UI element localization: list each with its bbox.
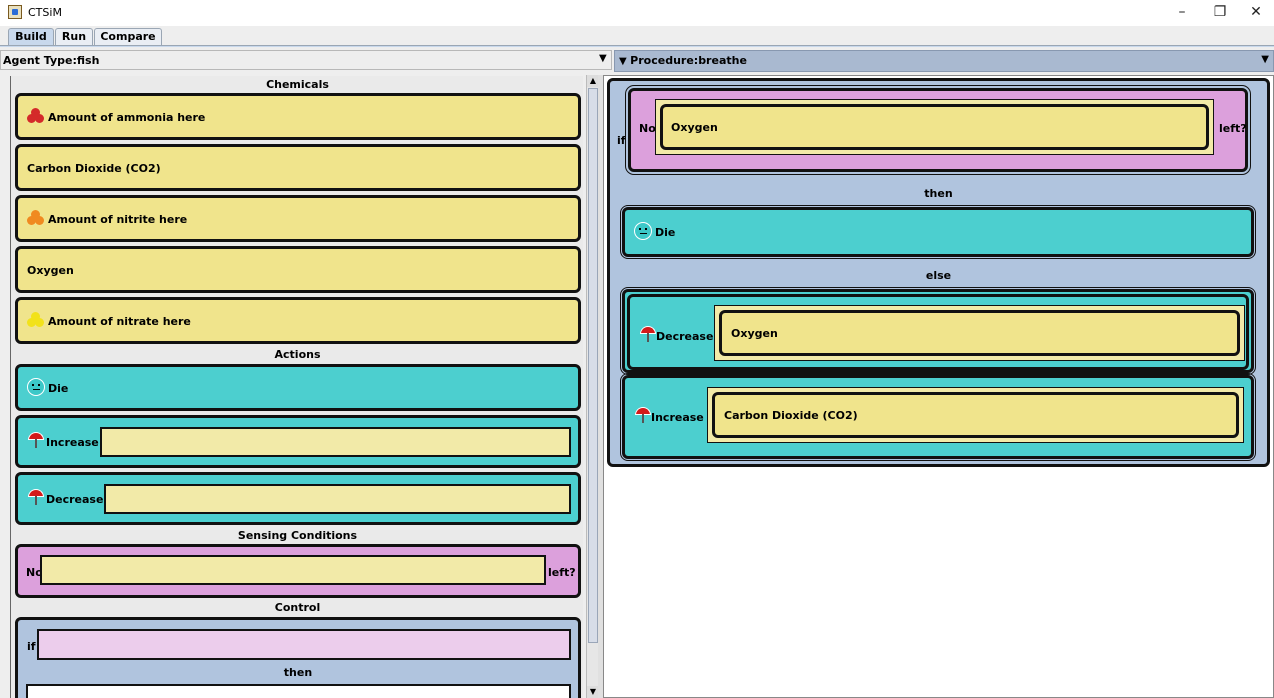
action-block-increase[interactable]: Increase	[15, 415, 581, 468]
sensing-prefix: No	[639, 122, 656, 135]
else-actions-block[interactable]: Decrease Oxygen	[620, 287, 1256, 375]
then-label: then	[283, 666, 313, 679]
if-else-block[interactable]: if No Oxygen left? then Die else Decreas…	[607, 78, 1270, 467]
block-palette: Chemicals Amount of ammonia here Carbon …	[10, 76, 583, 698]
sensing-suffix: left?	[1219, 122, 1247, 135]
action-label: Die	[655, 226, 676, 239]
procedure-canvas: if No Oxygen left? then Die else Decreas…	[603, 75, 1274, 698]
umbrella-icon	[27, 488, 45, 506]
section-chemicals: Chemicals	[266, 78, 329, 91]
tab-run[interactable]: Run	[55, 28, 93, 46]
action-label: Decrease	[656, 330, 714, 343]
chemical-label: Amount of ammonia here	[48, 111, 206, 124]
control-block-if-then[interactable]: if then	[15, 617, 581, 698]
section-actions: Actions	[274, 348, 321, 361]
increase-slot[interactable]: Carbon Dioxide (CO2)	[707, 387, 1244, 443]
chemical-block-ammonia[interactable]: Amount of ammonia here	[15, 93, 581, 140]
if-label: if	[27, 640, 36, 653]
chemical-label: Oxygen	[671, 121, 718, 134]
yellow-blob-icon	[27, 312, 45, 330]
chemical-label: Amount of nitrite here	[48, 213, 188, 226]
then-action-slot[interactable]	[26, 684, 571, 698]
face-icon	[634, 222, 652, 240]
sensing-suffix: left?	[548, 566, 576, 579]
then-label: then	[924, 187, 953, 200]
chemical-block-oxygen[interactable]: Oxygen	[15, 246, 581, 293]
window-title: CTSiM	[28, 6, 62, 19]
chemical-block-nitrite[interactable]: Amount of nitrite here	[15, 195, 581, 242]
decrease-drop-slot[interactable]	[104, 484, 571, 514]
close-button[interactable]: ✕	[1242, 2, 1270, 22]
chemical-label: Carbon Dioxide (CO2)	[27, 162, 161, 175]
chemical-block-co2[interactable]: Carbon Dioxide (CO2)	[15, 144, 581, 191]
sensing-drop-slot[interactable]	[40, 555, 546, 585]
chemical-label: Carbon Dioxide (CO2)	[724, 409, 858, 422]
action-label: Increase	[651, 411, 704, 424]
agent-type-value: fish	[76, 54, 100, 67]
umbrella-icon	[634, 406, 652, 424]
palette-scrollbar[interactable]: ▲ ▼	[586, 75, 599, 698]
procedure-label: Procedure:	[630, 54, 699, 67]
sensing-block-no-left[interactable]: No left?	[15, 544, 581, 598]
action-label: Die	[48, 382, 69, 395]
agent-type-select[interactable]: Agent Type:fish ▼	[0, 50, 612, 70]
chemical-label: Oxygen	[731, 327, 778, 340]
section-control: Control	[274, 601, 321, 614]
procedure-select[interactable]: ▼ Procedure:breathe ▼	[614, 50, 1274, 72]
chemical-label: Oxygen	[27, 264, 74, 277]
increase-drop-slot[interactable]	[100, 427, 571, 457]
face-icon	[27, 378, 45, 396]
action-block-increase[interactable]: Increase Carbon Dioxide (CO2)	[620, 373, 1256, 461]
action-label: Increase	[46, 436, 99, 449]
minimize-button[interactable]: –	[1168, 2, 1196, 22]
sensing-block-no-oxygen-left[interactable]: No Oxygen left?	[625, 85, 1251, 175]
orange-blob-icon	[27, 210, 45, 228]
chemical-block-oxygen[interactable]: Oxygen	[660, 104, 1209, 150]
chemical-block-oxygen[interactable]: Oxygen	[719, 310, 1240, 356]
condition-slot[interactable]: Oxygen	[655, 99, 1214, 155]
if-label: if	[617, 134, 626, 147]
procedure-value: breathe	[698, 54, 747, 67]
chemical-label: Amount of nitrate here	[48, 315, 191, 328]
tab-underline	[0, 45, 1274, 47]
section-sensing: Sensing Conditions	[237, 529, 358, 542]
title-bar: CTSiM – ❐ ✕	[0, 0, 1274, 26]
action-block-decrease[interactable]: Decrease Oxygen	[627, 294, 1249, 370]
red-blob-icon	[27, 108, 45, 126]
java-app-icon	[8, 5, 22, 19]
tab-compare[interactable]: Compare	[94, 28, 162, 46]
chemical-block-co2[interactable]: Carbon Dioxide (CO2)	[712, 392, 1239, 438]
action-block-decrease[interactable]: Decrease	[15, 472, 581, 525]
chemical-block-nitrate[interactable]: Amount of nitrate here	[15, 297, 581, 344]
scroll-thumb[interactable]	[588, 88, 598, 643]
action-block-die[interactable]: Die	[15, 364, 581, 411]
agent-type-label: Agent Type:	[3, 54, 77, 67]
umbrella-icon	[639, 325, 657, 343]
if-condition-slot[interactable]	[37, 629, 571, 660]
action-block-die[interactable]: Die	[620, 205, 1256, 259]
chevron-down-icon[interactable]: ▼	[619, 56, 630, 67]
umbrella-icon	[27, 431, 45, 449]
decrease-slot[interactable]: Oxygen	[714, 305, 1245, 361]
tab-bar: Build Run Compare	[0, 26, 1274, 47]
action-label: Decrease	[46, 493, 104, 506]
chevron-down-icon[interactable]: ▼	[599, 53, 607, 64]
else-label: else	[925, 269, 952, 282]
chevron-down-icon[interactable]: ▼	[1261, 54, 1269, 65]
restore-button[interactable]: ❐	[1206, 2, 1234, 22]
